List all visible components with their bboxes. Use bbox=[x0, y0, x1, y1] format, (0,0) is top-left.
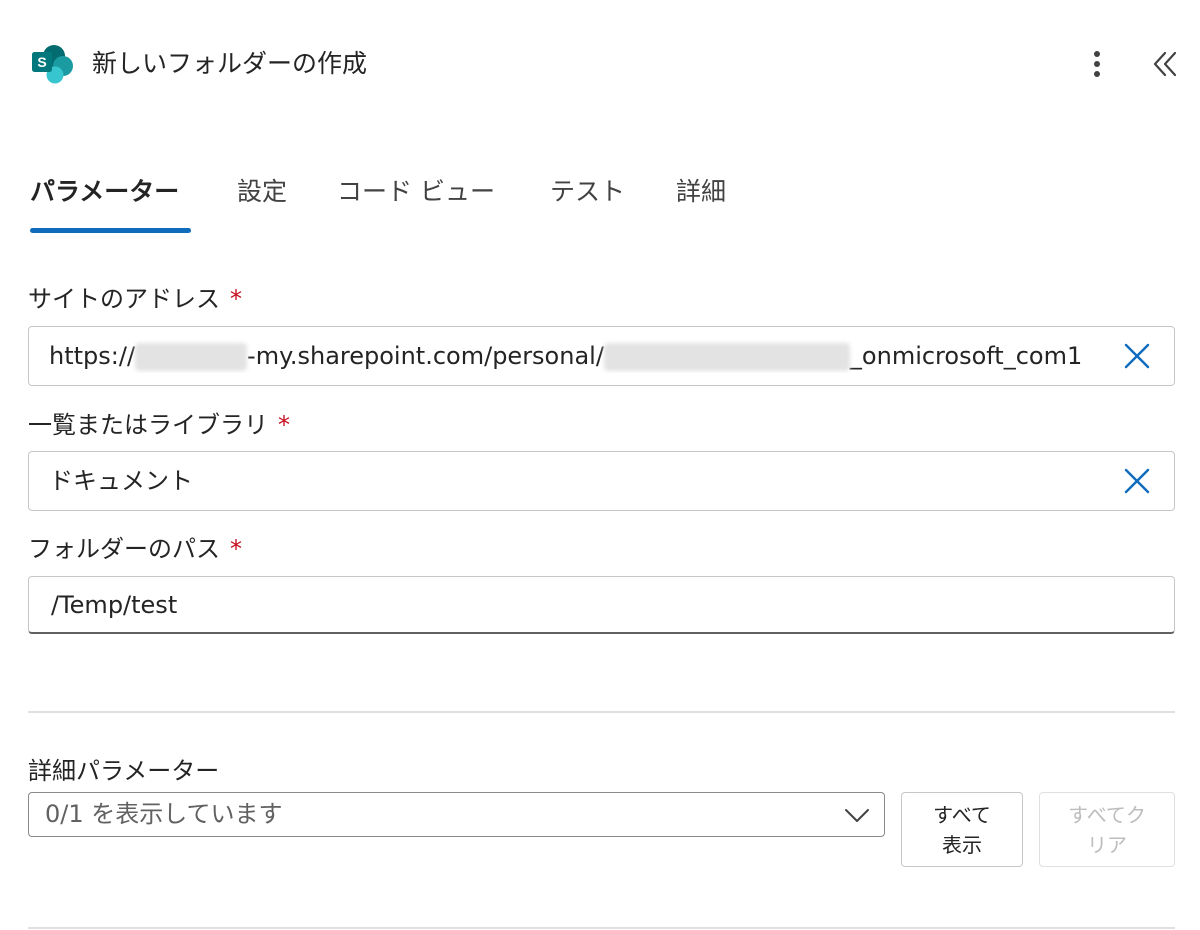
site-address-label: サイトのアドレス * bbox=[28, 282, 242, 316]
clear-all-label-line2: リア bbox=[1087, 832, 1127, 857]
clear-icon[interactable] bbox=[1122, 341, 1152, 371]
section-divider bbox=[28, 927, 1175, 929]
tab-details[interactable]: 詳細 bbox=[676, 170, 726, 214]
create-folder-panel: S 新しいフォルダーの作成 パラメーター 設定 コード ビュー テスト 詳細 サ… bbox=[0, 0, 1200, 930]
show-all-label: すべて 表示 bbox=[933, 800, 991, 860]
panel-header: S 新しいフォルダーの作成 bbox=[0, 0, 1200, 130]
double-chevron-left-icon[interactable] bbox=[1146, 44, 1186, 84]
folder-path-input[interactable]: /Temp/test bbox=[28, 576, 1175, 634]
tab-test[interactable]: テスト bbox=[550, 170, 625, 214]
chevron-down-icon bbox=[845, 809, 869, 822]
sharepoint-icon-letter: S bbox=[37, 54, 46, 70]
more-vertical-icon[interactable] bbox=[1080, 46, 1114, 82]
folder-path-value: /Temp/test bbox=[51, 591, 178, 619]
show-all-button[interactable]: すべて 表示 bbox=[901, 792, 1023, 867]
library-label: 一覧またはライブラリ * bbox=[28, 408, 290, 442]
tab-parameters[interactable]: パラメーター bbox=[30, 170, 179, 214]
required-mark: * bbox=[230, 535, 242, 563]
folder-path-label: フォルダーのパス * bbox=[28, 532, 242, 566]
library-field[interactable]: ドキュメント bbox=[28, 451, 1175, 511]
clear-all-label-line1: すべてク bbox=[1068, 802, 1146, 827]
sharepoint-icon: S bbox=[32, 45, 73, 84]
required-mark: * bbox=[278, 411, 290, 439]
site-address-prefix: https:// bbox=[49, 342, 136, 370]
library-value: ドキュメント bbox=[49, 467, 193, 495]
site-address-value: https:// -my.sharepoint.com/personal/ _onm… bbox=[49, 339, 1109, 373]
advanced-parameters-dropdown[interactable]: 0/1 を表示しています bbox=[28, 792, 885, 837]
site-address-label-text: サイトのアドレス bbox=[28, 285, 220, 313]
redacted-text bbox=[135, 343, 248, 371]
clear-all-button[interactable]: すべてク リア bbox=[1039, 792, 1175, 867]
site-address-middle: -my.sharepoint.com/personal/ bbox=[247, 342, 604, 370]
advanced-parameters-value: 0/1 を表示しています bbox=[45, 800, 283, 828]
show-all-label-line2: 表示 bbox=[942, 832, 982, 857]
tab-code-view[interactable]: コード ビュー bbox=[337, 170, 495, 214]
show-all-label-line1: すべて bbox=[933, 802, 991, 827]
required-mark: * bbox=[230, 285, 242, 313]
site-address-field[interactable]: https:// -my.sharepoint.com/personal/ _onm… bbox=[28, 326, 1175, 386]
tab-settings[interactable]: 設定 bbox=[237, 170, 287, 214]
clear-all-label: すべてク リア bbox=[1068, 800, 1146, 860]
active-tab-indicator bbox=[30, 228, 191, 233]
folder-path-label-text: フォルダーのパス bbox=[28, 535, 220, 563]
clear-icon[interactable] bbox=[1122, 466, 1152, 496]
redacted-text bbox=[603, 343, 850, 371]
page-title: 新しいフォルダーの作成 bbox=[92, 49, 368, 78]
advanced-parameters-label: 詳細パラメーター bbox=[28, 757, 220, 785]
library-label-text: 一覧またはライブラリ bbox=[28, 411, 268, 439]
section-divider bbox=[28, 711, 1175, 713]
site-address-suffix: _onmicrosoft_com1 bbox=[849, 342, 1083, 370]
